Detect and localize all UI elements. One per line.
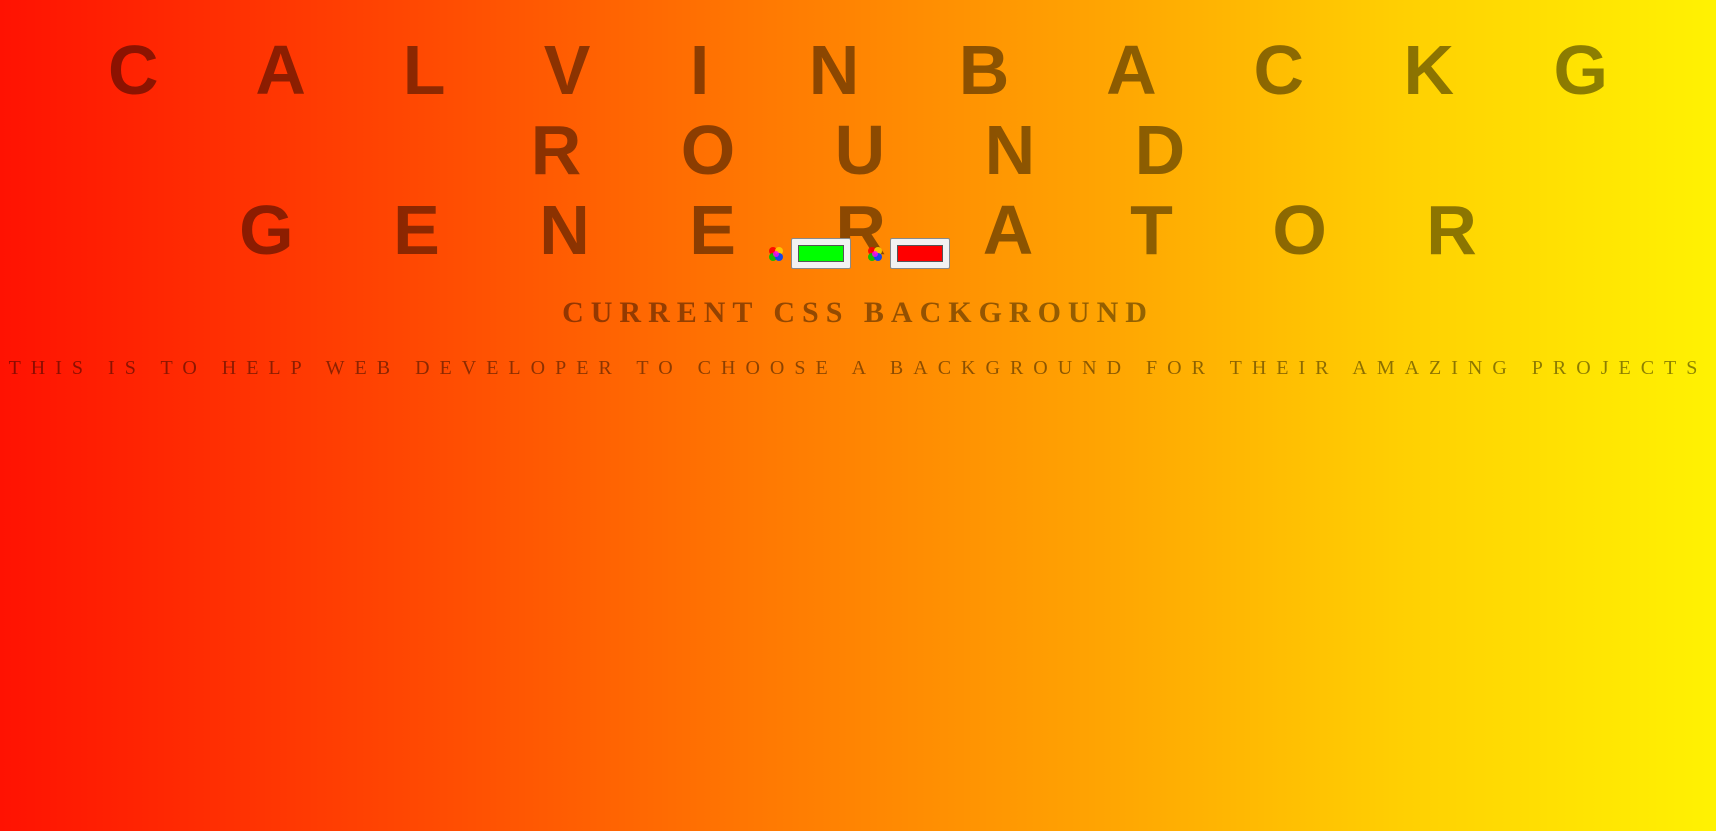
color-wheel-icon — [868, 246, 882, 261]
color-input-2[interactable] — [890, 238, 950, 269]
color-swatch-1 — [798, 245, 844, 262]
title-line-1: C A L V I N B A C K G R O U N D — [107, 31, 1649, 189]
page: C A L V I N B A C K G R O U N D G E N E … — [0, 0, 1716, 831]
tagline: THIS IS TO HELP WEB DEVELOPER TO CHOOSE … — [8, 357, 1708, 379]
color-picker-1 — [766, 238, 851, 269]
color-picker-2 — [865, 238, 950, 269]
current-css-heading: CURRENT CSS BACKGROUND — [562, 296, 1154, 329]
page-title: C A L V I N B A C K G R O U N D G E N E … — [0, 30, 1716, 270]
color-pickers — [0, 238, 1716, 269]
color-input-1[interactable] — [791, 238, 851, 269]
color-swatch-2 — [897, 245, 943, 262]
color-wheel-icon — [769, 246, 783, 261]
